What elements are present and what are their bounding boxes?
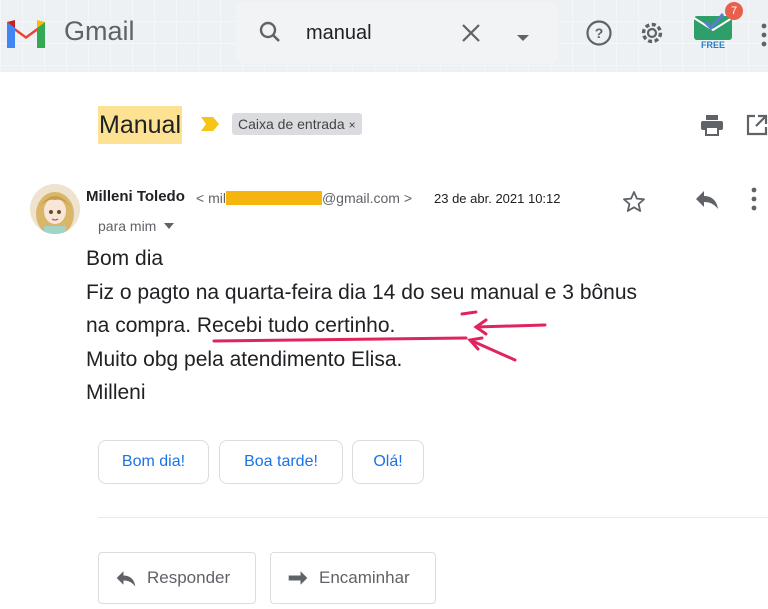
open-new-window-icon[interactable] [746, 114, 768, 141]
divider [98, 517, 768, 518]
email-prefix: mil [208, 190, 226, 206]
caret-down-icon[interactable] [164, 223, 175, 229]
addon-mail-icon[interactable]: 7 FREE [691, 2, 743, 56]
gear-icon[interactable] [638, 19, 666, 52]
help-icon[interactable]: ? [585, 19, 613, 52]
smart-reply-button[interactable]: Boa tarde! [219, 440, 343, 484]
email-suffix: @gmail.com [321, 190, 400, 206]
smart-reply-button[interactable]: Bom dia! [98, 440, 209, 484]
email-subject: Manual [98, 106, 182, 144]
notification-badge: 7 [725, 2, 743, 20]
search-input[interactable]: manual [306, 22, 372, 45]
addon-free-label: FREE [700, 40, 725, 50]
print-icon[interactable] [700, 114, 724, 141]
body-line: na compra. Recebi tudo certinho. [86, 314, 396, 337]
inbox-label-chip[interactable]: Caixa de entrada × [232, 113, 362, 135]
reply-icon[interactable] [694, 188, 720, 215]
forward-icon [288, 571, 308, 585]
body-line: Muito obg pela atendimento Elisa. [86, 347, 403, 371]
redaction-mark [225, 191, 322, 205]
email-open-bracket: < [196, 190, 205, 206]
body-line: Bom dia [86, 247, 164, 270]
body-line: Milleni [86, 381, 146, 404]
email-close-bracket: > [403, 190, 413, 206]
search-bar[interactable]: manual [236, 2, 558, 64]
email-body: Bom dia Fiz o pagto na quarta-feira dia … [86, 242, 637, 410]
forward-label: Encaminhar [319, 568, 410, 587]
remove-label-icon[interactable]: × [349, 118, 356, 132]
recipient-label: para mim [98, 218, 157, 234]
smart-reply-button[interactable]: Olá! [352, 440, 424, 484]
more-vert-icon[interactable] [750, 186, 758, 217]
email-date: 23 de abr. 2021 10:12 [434, 191, 561, 206]
reply-label: Responder [147, 568, 231, 587]
recipient-details[interactable]: para mim [98, 218, 175, 234]
sender-name: Milleni Toledo [86, 188, 185, 205]
gmail-logo-icon[interactable] [4, 14, 48, 50]
search-icon[interactable] [258, 20, 282, 49]
reply-icon [116, 571, 136, 587]
label-text: Caixa de entrada [238, 116, 345, 132]
body-line: Fiz o pagto na quarta-feira dia 14 do se… [86, 280, 638, 304]
important-marker-icon[interactable] [200, 116, 220, 137]
star-icon[interactable] [622, 190, 646, 219]
app-name: Gmail [64, 16, 135, 46]
forward-button[interactable]: Encaminhar [270, 552, 436, 604]
svg-text:?: ? [595, 25, 604, 41]
caret-down-icon[interactable] [516, 29, 530, 47]
close-icon[interactable] [460, 22, 482, 49]
apps-menu-icon[interactable] [760, 22, 768, 53]
avatar[interactable] [30, 184, 80, 234]
reply-button[interactable]: Responder [98, 552, 256, 604]
sender-email: < mil @gmail.com > [196, 190, 412, 206]
